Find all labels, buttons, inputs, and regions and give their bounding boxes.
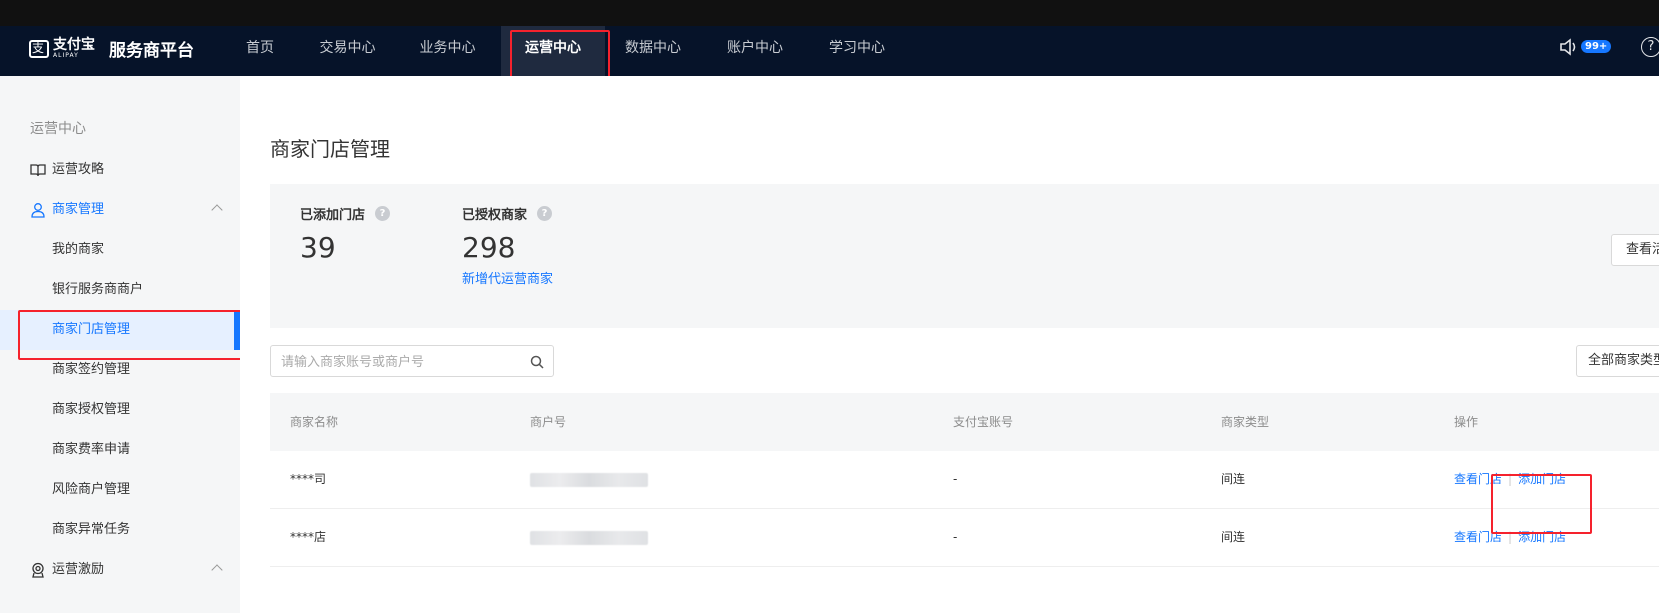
sidebar-item-label: 商家费率申请 [52,442,131,457]
sidebar: 运营中心 运营攻略 商家管理 我的商家 银行服务商商户 商家门店管理 商家签约管… [0,76,240,613]
help-icon[interactable]: ? [1641,37,1659,57]
platform-name: 服务商平台 [109,41,194,61]
merchant-table: 商家名称 商户号 支付宝账号 商家类型 操作 ****司 - 间连 查看门店 | 添… [270,393,1659,567]
sidebar-item-label: 商家签约管理 [52,362,131,377]
nav-learning-center[interactable]: 学习中心 [817,26,897,76]
sidebar-item-label: 银行服务商商户 [52,282,144,297]
help-icon[interactable]: ? [537,206,553,221]
sidebar-item-label: 运营激励 [52,562,105,577]
help-icon[interactable]: ? [375,206,391,221]
cell-alipay-account: - [953,530,958,544]
nav-account-center[interactable]: 账户中心 [715,26,795,76]
sidebar-item-label: 商家门店管理 [52,322,131,337]
sidebar-item-bank-merchants[interactable]: 银行服务商商户 [0,270,240,310]
cell-merchant-type: 间连 [1221,530,1246,544]
nav-data-center[interactable]: 数据中心 [613,26,693,76]
stat-label: 已添加门店 ? [300,204,391,223]
sidebar-item-store-management[interactable]: 商家门店管理 [0,310,240,350]
column-header: 商户号 [530,415,567,429]
stat-label-text: 已授权商家 [462,208,528,223]
sidebar-item-exception-tasks[interactable]: 商家异常任务 [0,510,240,550]
search-icon[interactable] [529,354,545,370]
sidebar-item-contract-management[interactable]: 商家签约管理 [0,350,240,390]
logo-text: 支付宝 ALIPAY [53,38,95,59]
cell-merchant-type: 间连 [1221,472,1246,486]
add-store-link[interactable]: 添加门店 [1518,472,1566,486]
sidebar-item-risk-management[interactable]: 风险商户管理 [0,470,240,510]
sidebar-item-fee-application[interactable]: 商家费率申请 [0,430,240,470]
sidebar-item-label: 运营攻略 [52,162,105,177]
cell-merchant-id-redacted [530,473,648,487]
sidebar-item-merchant-management[interactable]: 商家管理 [0,190,240,230]
nav-home[interactable]: 首页 [230,26,290,76]
logo-en-text: ALIPAY [53,52,79,59]
cell-actions: 查看门店 | 添加门店 [1454,451,1566,508]
sidebar-section-title: 运营中心 [30,121,86,137]
stat-added-stores: 已添加门店 ? 39 [300,204,391,264]
speaker-icon[interactable] [1559,38,1581,56]
column-header: 商家名称 [290,415,339,429]
cell-alipay-account: - [953,472,958,486]
search-input[interactable] [281,352,521,372]
sidebar-item-operations-guide[interactable]: 运营攻略 [0,150,240,190]
action-divider: | [1508,530,1513,544]
sidebar-item-label: 商家管理 [52,202,105,217]
alipay-logo-icon [29,39,49,58]
view-stores-link[interactable]: 查看门店 [1454,472,1502,486]
brand-logo[interactable]: 支付宝 ALIPAY 服务商平台 [29,36,194,61]
table-header: 商家名称 商户号 支付宝账号 商家类型 操作 [270,393,1659,451]
add-store-link[interactable]: 添加门店 [1518,530,1566,544]
view-stores-link[interactable]: 查看门店 [1454,530,1502,544]
sidebar-item-label: 我的商家 [52,242,105,257]
sidebar-item-label: 商家异常任务 [52,522,131,537]
stat-authorized-merchants: 已授权商家 ? 298 新增代运营商家 [462,204,553,287]
stat-label-text: 已添加门店 [300,208,366,223]
nav-trade-center[interactable]: 交易中心 [310,26,385,76]
view-button[interactable]: 查看活动 [1611,234,1659,266]
chevron-up-icon[interactable] [211,204,223,216]
column-header: 商家类型 [1221,415,1270,429]
page-title: 商家门店管理 [270,137,390,161]
search-box[interactable] [270,345,554,377]
cell-actions: 查看门店 | 添加门店 [1454,509,1566,566]
nav-business-center[interactable]: 业务中心 [410,26,485,76]
nav-operations-center[interactable]: 运营中心 [501,26,605,76]
cell-merchant-name: ****司 [290,472,327,486]
sidebar-item-label: 商家授权管理 [52,402,131,417]
stat-label: 已授权商家 ? [462,204,553,223]
cell-merchant-name: ****店 [290,530,327,544]
column-header: 支付宝账号 [953,415,1014,429]
action-divider: | [1508,472,1513,486]
logo-cn-text: 支付宝 [53,37,95,53]
app-window: 支付宝 ALIPAY 服务商平台 首页 交易中心 业务中心 运营中心 数据中心 … [0,0,1659,613]
window-top-strip [0,0,1659,26]
table-row: ****司 - 间连 查看门店 | 添加门店 [270,451,1659,509]
sidebar-item-authorization-management[interactable]: 商家授权管理 [0,390,240,430]
sidebar-item-label: 风险商户管理 [52,482,131,497]
chevron-up-icon[interactable] [211,564,223,576]
merchant-type-select[interactable]: 全部商家类型 [1576,345,1659,377]
column-header: 操作 [1454,415,1479,429]
notification-badge[interactable]: 99+ [1581,40,1612,53]
main-content: 商家门店管理 已添加门店 ? 39 已授权商家 ? 298 新增代运营商家 查看… [240,76,1659,613]
user-icon [31,203,45,218]
badge-icon [32,562,44,578]
sidebar-item-my-merchants[interactable]: 我的商家 [0,230,240,270]
stat-value: 39 [300,231,336,264]
table-row: ****店 - 间连 查看门店 | 添加门店 [270,509,1659,567]
stat-value: 298 [462,231,516,264]
cell-merchant-id-redacted [530,531,648,545]
stats-panel: 已添加门店 ? 39 已授权商家 ? 298 新增代运营商家 查看活动 [270,184,1659,328]
book-icon [30,164,46,177]
add-merchant-link[interactable]: 新增代运营商家 [462,268,553,287]
sidebar-item-operations-incentive[interactable]: 运营激励 [0,550,240,590]
